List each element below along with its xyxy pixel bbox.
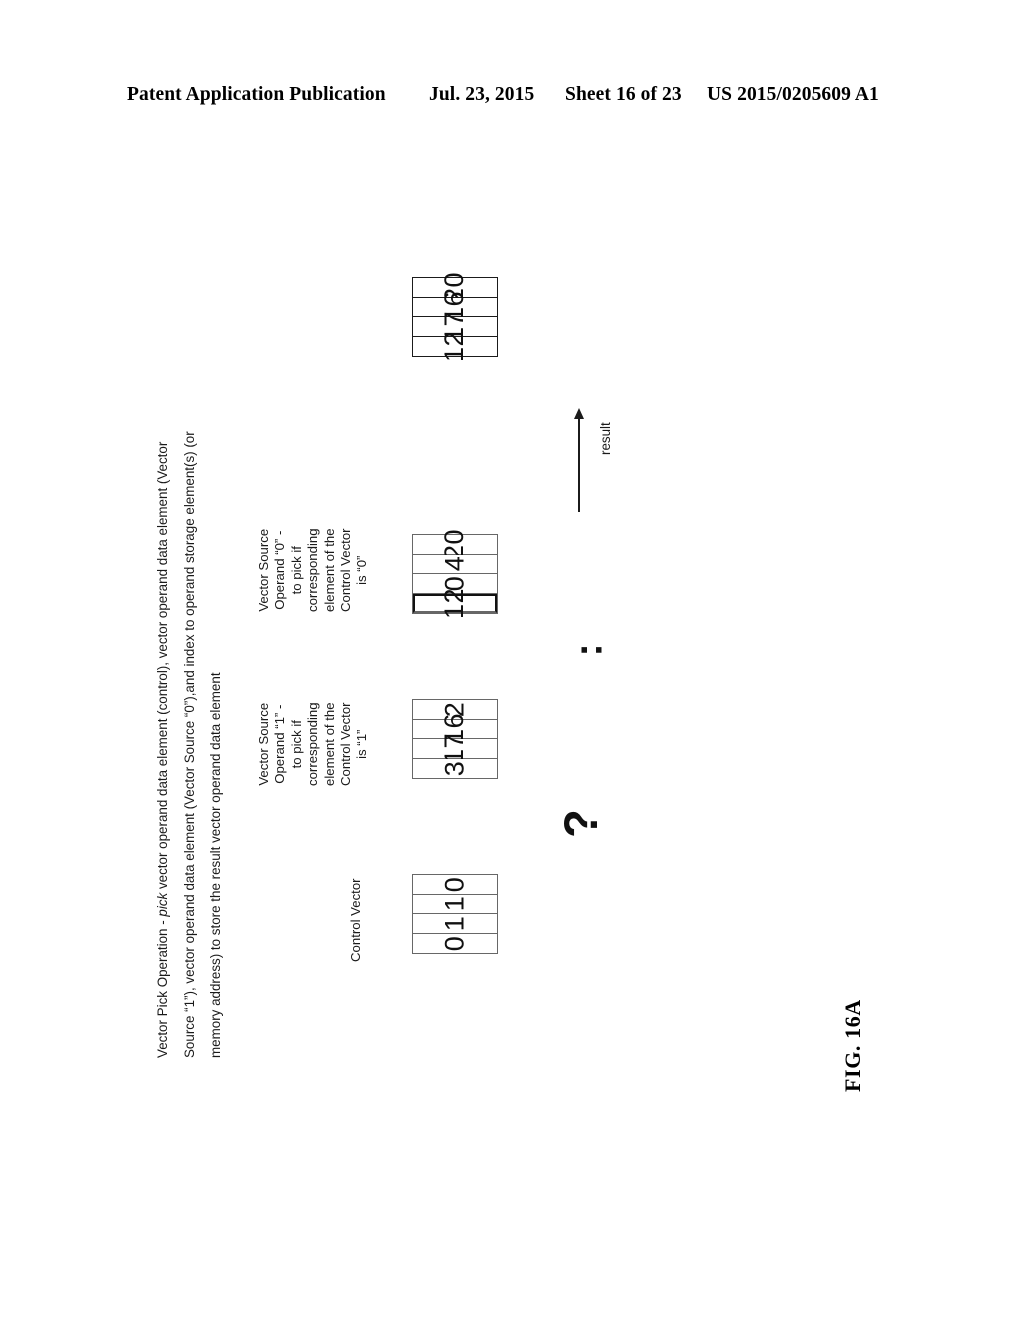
label-line: element of the <box>321 528 337 612</box>
figure-16a-canvas: 20 16 17 12 20 4 0 12 2 16 17 3 0 1 1 0 Vector Sourc… <box>0 0 1024 1320</box>
label-line: corresponding <box>305 528 321 612</box>
vector-cell-value: 3 <box>439 760 470 777</box>
control-vector: 0 1 1 0 <box>412 874 498 954</box>
vector-source-0-label: Vector Source Operand “0” - to pick if corr… <box>256 528 371 612</box>
label-line: Vector Source <box>256 702 271 786</box>
label-line: Operand “1” - <box>272 704 288 784</box>
vector-cell: 4 <box>413 554 497 574</box>
label-line: Control Vector <box>348 878 363 962</box>
colon-mark-icon: : <box>566 643 611 657</box>
vector-cell: 20 <box>413 529 497 560</box>
label-line: is “1” <box>354 729 370 759</box>
vector-source-1: 2 16 17 3 <box>412 699 498 779</box>
vector-cell-value: 0 <box>439 935 470 952</box>
result-vector: 20 16 17 12 <box>412 272 498 362</box>
vector-cell: 1 <box>413 894 497 914</box>
label-line: Control Vector <box>338 528 354 612</box>
result-arrow-label: result <box>598 422 613 455</box>
label-line: element of the <box>321 702 337 786</box>
label-line: to pick if <box>288 720 304 769</box>
vector-source-1-label: Vector Source Operand “1” - to pick if corr… <box>256 702 371 786</box>
result-arrow <box>573 408 584 512</box>
vector-cell: 0 <box>413 875 497 895</box>
vector-cell: 3 <box>413 758 497 778</box>
label-line: Vector Source <box>256 528 271 612</box>
vector-cell-value: 0 <box>439 876 470 893</box>
label-line: corresponding <box>305 702 321 786</box>
label-line: Control Vector <box>338 702 354 786</box>
vector-cell: 1 <box>413 914 497 934</box>
vector-cell-value: 1 <box>439 915 470 932</box>
vector-cell-value: 12 <box>439 330 470 362</box>
vector-cell: 17 <box>413 733 497 764</box>
vector-cell: 12 <box>413 331 497 362</box>
arrow-shaft-line <box>578 414 580 512</box>
figure-caption: FIG. 16A <box>840 999 865 1092</box>
vector-cell-value: 1 <box>439 895 470 912</box>
vector-cell-value: 4 <box>439 555 470 572</box>
vector-cell: 0 <box>413 933 497 953</box>
question-mark-icon: ? <box>553 809 607 838</box>
control-vector-label: Control Vector <box>348 878 364 962</box>
label-line: is “0” <box>354 555 370 585</box>
vector-cell-value: 12 <box>439 587 470 619</box>
vector-cell: 12 <box>413 588 497 619</box>
label-line: to pick if <box>288 546 304 595</box>
vector-source-0: 20 4 0 12 <box>412 529 498 619</box>
label-line: Operand “0” - <box>272 530 288 610</box>
